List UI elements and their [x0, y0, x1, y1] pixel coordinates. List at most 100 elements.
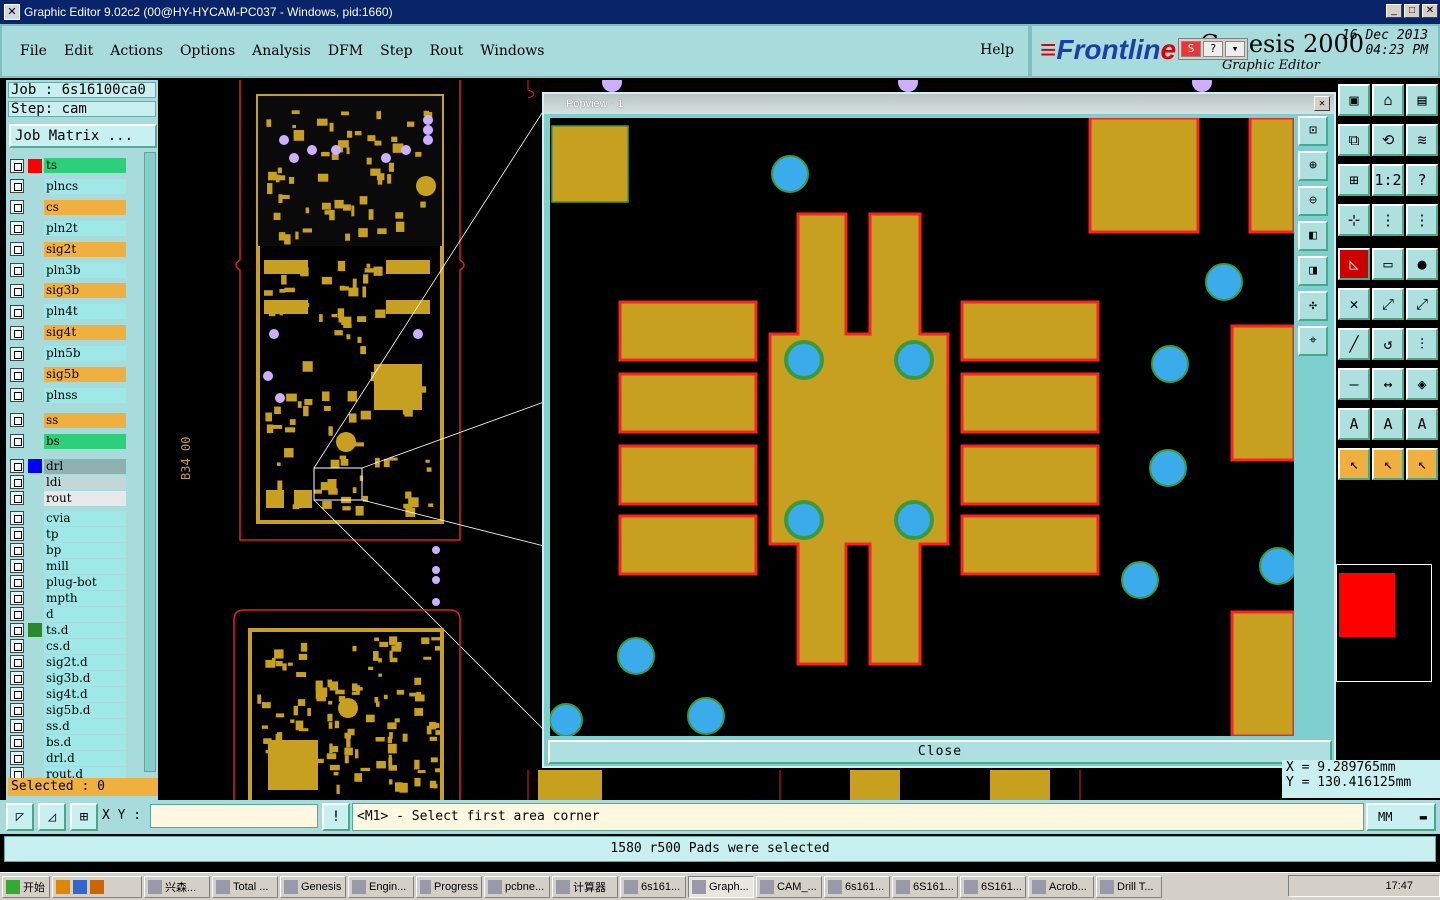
layer-row-drl.d[interactable]: drl.d [10, 750, 126, 766]
ime-toolbar[interactable]: S ? ▾ [1178, 38, 1248, 60]
layer-name[interactable]: ts.d [44, 622, 126, 638]
diagonal-tool-icon[interactable]: ◿ [38, 803, 66, 831]
menu-edit[interactable]: Edit [64, 43, 93, 59]
taskbar-item[interactable]: Total ... [212, 875, 278, 898]
layer-color-swatch[interactable] [28, 703, 42, 717]
shapes-icon[interactable]: ◈ [1406, 368, 1438, 400]
layer-name[interactable]: tp [44, 526, 126, 542]
snap-icon[interactable]: ≋ [1406, 124, 1438, 156]
taskbar-item[interactable]: 兴森... [144, 875, 210, 898]
arc-icon[interactable]: ↺ [1372, 328, 1404, 360]
layer-row-mill[interactable]: mill [10, 558, 126, 574]
popview-close-icon[interactable]: ✕ [1314, 96, 1330, 111]
layer-row-drl[interactable]: drl [10, 458, 126, 474]
layer-color-swatch[interactable] [28, 607, 42, 621]
menu-windows[interactable]: Windows [480, 43, 544, 59]
layer-checkbox[interactable] [10, 242, 24, 257]
layer-checkbox[interactable] [10, 543, 24, 558]
taskbar-item[interactable]: Genesis [280, 875, 346, 898]
layer-name[interactable]: plug-bot [44, 574, 126, 590]
layer-checkbox[interactable] [10, 367, 24, 382]
layer-checkbox[interactable] [10, 687, 24, 702]
pan-right-icon[interactable]: ◨ [1298, 256, 1328, 286]
layer-row-pln5b[interactable]: pln5b [10, 346, 126, 362]
layer-color-swatch[interactable] [28, 719, 42, 733]
layer-color-swatch[interactable] [28, 347, 42, 361]
layer-name[interactable]: pln2t [44, 220, 126, 236]
layer-color-swatch[interactable] [28, 388, 42, 402]
layer-row-sig3b[interactable]: sig3b [10, 283, 126, 299]
layer-color-swatch[interactable] [28, 179, 42, 193]
layer-row-plug-bot[interactable]: plug-bot [10, 574, 126, 590]
layer-row-bs.d[interactable]: bs.d [10, 734, 126, 750]
net2-icon[interactable]: ⋮ [1406, 204, 1438, 236]
layer-name[interactable]: sig4t [44, 325, 126, 341]
scale-icon[interactable]: 1:2 [1372, 164, 1404, 196]
taskbar-item[interactable]: 6s161... [824, 875, 890, 898]
layer-row-sig2t[interactable]: sig2t [10, 241, 126, 257]
layer-color-swatch[interactable] [28, 475, 42, 489]
layer-row-ts[interactable]: ts [10, 158, 126, 173]
job-matrix-button[interactable]: Job Matrix ... [9, 124, 157, 148]
menu-actions[interactable]: Actions [110, 43, 163, 59]
menu-step[interactable]: Step [380, 43, 412, 59]
layer-checkbox[interactable] [10, 575, 24, 590]
layer-checkbox[interactable] [10, 200, 24, 215]
layer-icon[interactable]: ⧉ [1338, 124, 1370, 156]
layer-checkbox[interactable] [10, 639, 24, 654]
home-view-icon[interactable]: ⌖ [1298, 326, 1328, 356]
layer-color-swatch[interactable] [28, 559, 42, 573]
layer-checkbox[interactable] [10, 475, 24, 490]
layer-color-swatch[interactable] [28, 434, 42, 448]
layer-checkbox[interactable] [10, 179, 24, 194]
layer-row-cs[interactable]: cs [10, 199, 126, 215]
layer-name[interactable]: plnss [44, 387, 126, 403]
layer-name[interactable]: drl [44, 458, 126, 474]
layer-color-swatch[interactable] [28, 751, 42, 765]
net-icon[interactable]: ⋮ [1372, 204, 1404, 236]
layer-row-rout[interactable]: rout [10, 490, 126, 506]
layer-checkbox[interactable] [10, 751, 24, 766]
layer-row-cvia[interactable]: cvia [10, 510, 126, 526]
layer-name[interactable]: bs.d [44, 734, 126, 750]
layer-checkbox[interactable] [10, 511, 24, 526]
layer-color-swatch[interactable] [28, 623, 42, 638]
exclaim-icon[interactable]: ! [322, 803, 350, 831]
layer-checkbox[interactable] [10, 735, 24, 750]
layer-color-swatch[interactable] [28, 242, 42, 256]
layer-checkbox[interactable] [10, 388, 24, 403]
taskbar-item[interactable]: 6S161... [892, 875, 958, 898]
layer-name[interactable]: sig2t [44, 241, 126, 257]
layer-row-plnss[interactable]: plnss [10, 387, 126, 403]
layer-color-swatch[interactable] [28, 326, 42, 340]
layer-color-swatch[interactable] [28, 305, 42, 319]
rotate-icon[interactable]: ⟲ [1372, 124, 1404, 156]
zoom-out-icon[interactable]: ⊖ [1298, 186, 1328, 216]
window-icon[interactable]: ▣ [1338, 84, 1370, 116]
help-icon[interactable]: ? [1203, 41, 1223, 57]
corner-tool-icon[interactable]: ◸ [6, 803, 34, 831]
layer-checkbox[interactable] [10, 413, 24, 428]
menu-analysis[interactable]: Analysis [252, 43, 311, 59]
layer-checkbox[interactable] [10, 719, 24, 734]
layer-checkbox[interactable] [10, 325, 24, 340]
menu-file[interactable]: File [20, 43, 47, 59]
pan-left-icon[interactable]: ◧ [1298, 221, 1328, 251]
layer-checkbox[interactable] [10, 655, 24, 670]
dropdown-icon[interactable]: ▾ [1225, 41, 1245, 57]
layer-checkbox[interactable] [10, 158, 24, 173]
layer-row-sig4t.d[interactable]: sig4t.d [10, 686, 126, 702]
layer-row-sig4t[interactable]: sig4t [10, 325, 126, 341]
measure-icon[interactable]: ◺ [1338, 248, 1370, 280]
select2-icon[interactable]: ↖ [1372, 448, 1404, 480]
zoom-in-icon[interactable]: ⊕ [1298, 151, 1328, 181]
layer-checkbox[interactable] [10, 703, 24, 718]
layer-checkbox[interactable] [10, 559, 24, 574]
layer-name[interactable]: sig5b.d [44, 702, 126, 718]
layer-name[interactable]: cs [44, 199, 126, 215]
quick-launch[interactable] [52, 875, 142, 898]
layer-color-swatch[interactable] [28, 687, 42, 701]
layer-name[interactable]: cvia [44, 510, 126, 526]
help-tool-icon[interactable]: ? [1406, 164, 1438, 196]
layer-color-swatch[interactable] [28, 413, 42, 427]
